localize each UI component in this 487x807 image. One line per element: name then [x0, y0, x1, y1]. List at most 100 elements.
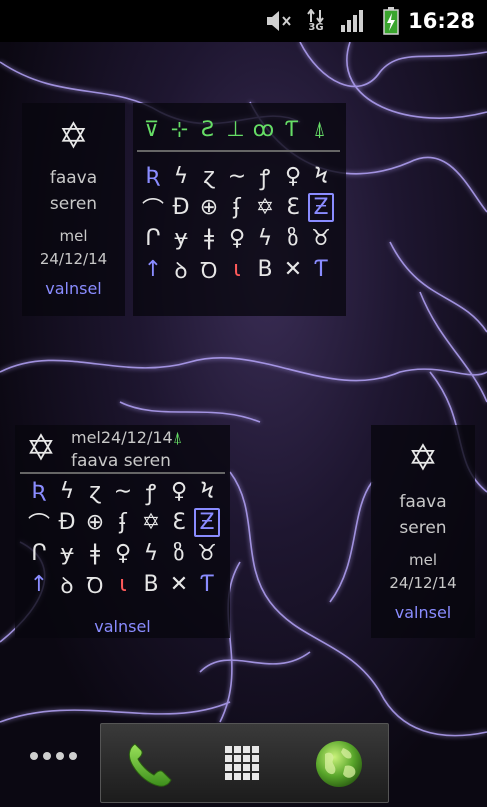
glyph-grid: Ʀ ϟ ɀ ∼ ꝭ ♀ Ϟ ⌒ Ð ⊕ ʄ ✡ Ɛ Ƶ Ր ɏ ǂ ♀ ϟ ზ …: [139, 161, 335, 285]
star-of-david-icon: ✡: [407, 438, 439, 479]
glyph-cell[interactable]: ♀: [109, 538, 137, 569]
browser-globe-icon[interactable]: [313, 738, 365, 790]
glyph-cell[interactable]: ɩ: [109, 569, 137, 600]
glyph-cell[interactable]: Ꝺ: [81, 569, 109, 600]
glyph-cell[interactable]: ✕: [279, 254, 307, 285]
glyph-cell[interactable]: ϟ: [137, 538, 165, 569]
glyph-cell[interactable]: ꝭ: [251, 161, 279, 192]
label-date: mel24/12/14: [71, 428, 173, 447]
glyph-cell[interactable]: Ɛ: [165, 507, 193, 538]
glyph-cell[interactable]: ↑: [139, 254, 167, 285]
app-drawer-icon[interactable]: [219, 740, 267, 788]
header-glyph: ⊥: [226, 117, 245, 141]
battery-charging-icon: [380, 0, 402, 42]
glyph-grid-widget-top[interactable]: ⊽ ⊹ Ƨ ⊥ ꝏ Ƭ ⍋ Ʀ ϟ ɀ ∼ ꝭ ♀ Ϟ ⌒ Ð ⊕ ʄ ✡ Ɛ …: [133, 103, 346, 316]
glyph-cell[interactable]: ꝭ: [137, 476, 165, 507]
glyph-cell[interactable]: ზ: [279, 223, 307, 254]
dot: [69, 752, 77, 760]
glyph-cell[interactable]: Ʀ: [139, 161, 167, 192]
glyph-cell[interactable]: ზ: [165, 538, 193, 569]
glyph-cell[interactable]: ϟ: [167, 161, 195, 192]
glyph-cell[interactable]: ʄ: [109, 507, 137, 538]
glyph-cell[interactable]: ⊕: [195, 192, 223, 223]
status-bar: 3G 16:28: [0, 0, 487, 42]
widget-link[interactable]: valnsel: [15, 615, 230, 639]
glyph-cell[interactable]: ⌒: [139, 192, 167, 223]
header-glyph: ⊹: [170, 117, 189, 141]
glyph-cell[interactable]: ♀: [165, 476, 193, 507]
glyph-cell[interactable]: ʄ: [223, 192, 251, 223]
glyph-cell[interactable]: B: [251, 254, 279, 285]
dock: [100, 723, 389, 803]
glyph-cell[interactable]: B: [137, 569, 165, 600]
network-type-label: 3G: [308, 22, 324, 33]
glyph-cell[interactable]: ǂ: [195, 223, 223, 254]
glyph-cell[interactable]: ⊕: [81, 507, 109, 538]
widget-word-2: seren: [399, 518, 447, 538]
widget-date: 24/12/14: [389, 574, 457, 592]
header-divider: [137, 150, 340, 152]
glyph-cell[interactable]: ♀: [279, 161, 307, 192]
glyph-cell[interactable]: ∼: [223, 161, 251, 192]
glyph-cell[interactable]: Ƭ: [193, 569, 221, 600]
glyph-cell[interactable]: Ʀ: [25, 476, 53, 507]
info-widget-small-right[interactable]: ✡ faava seren mel 24/12/14 valnsel: [371, 425, 475, 638]
combined-widget[interactable]: ✡ mel24/12/14⍋ faava seren Ʀ ϟ ɀ ∼ ꝭ ♀ Ϟ…: [15, 425, 230, 638]
glyph-cell-selected[interactable]: Ƶ: [307, 192, 335, 223]
glyph-header-row: ⊽ ⊹ Ƨ ⊥ ꝏ Ƭ ⍋: [139, 117, 332, 142]
glyph-cell[interactable]: ✡: [137, 507, 165, 538]
header-glyph: ꝏ: [252, 117, 275, 141]
header-glyph: ⊽: [143, 117, 160, 141]
dot: [43, 752, 51, 760]
header-glyph: ⍋: [313, 117, 326, 141]
glyph-cell[interactable]: ϟ: [251, 223, 279, 254]
widget-label: mel: [408, 551, 437, 569]
glyph-cell-selected[interactable]: Ƶ: [193, 507, 221, 538]
glyph-cell[interactable]: Ð: [53, 507, 81, 538]
glyph-cell[interactable]: Ꝺ: [195, 254, 223, 285]
glyph-cell[interactable]: ɀ: [81, 476, 109, 507]
glyph-cell[interactable]: ɏ: [53, 538, 81, 569]
glyph-cell[interactable]: ɏ: [167, 223, 195, 254]
glyph-cell[interactable]: ✕: [165, 569, 193, 600]
glyph-cell[interactable]: Ր: [25, 538, 53, 569]
widget-date: 24/12/14: [39, 250, 108, 268]
glyph-cell[interactable]: Ð: [167, 192, 195, 223]
glyph-cell[interactable]: ∼: [109, 476, 137, 507]
glyph-cell[interactable]: ✡: [251, 192, 279, 223]
glyph-cell[interactable]: ꝺ: [53, 569, 81, 600]
glyph-cell[interactable]: Ϟ: [307, 161, 335, 192]
mute-icon: [262, 0, 294, 42]
glyph-cell[interactable]: ɩ: [223, 254, 251, 285]
signal-icon: [338, 0, 368, 42]
header-glyph: Ƭ: [285, 117, 298, 141]
header-glyph: Ƨ: [200, 117, 215, 141]
glyph-cell[interactable]: ↑: [25, 569, 53, 600]
widget-link[interactable]: valnsel: [22, 277, 125, 301]
glyph-cell[interactable]: ♉: [307, 223, 335, 254]
data-3g-icon: 3G: [303, 0, 329, 42]
screen-indicator-dots[interactable]: [30, 752, 77, 760]
info-widget-small-top[interactable]: ✡ faava seren mel 24/12/14 valnsel: [22, 103, 125, 316]
widget-word-2: seren: [49, 194, 98, 214]
phone-icon[interactable]: [123, 738, 175, 790]
glyph-cell[interactable]: ♉: [193, 538, 221, 569]
glyph-cell[interactable]: Ր: [139, 223, 167, 254]
star-of-david-icon: ✡: [25, 428, 57, 469]
glyph-cell[interactable]: ɀ: [195, 161, 223, 192]
widget-label: mel: [59, 227, 88, 245]
status-clock: 16:28: [408, 9, 475, 33]
glyph-cell[interactable]: ⌒: [25, 507, 53, 538]
glyph-cell[interactable]: ♀: [223, 223, 251, 254]
glyph-cell[interactable]: Ɛ: [279, 192, 307, 223]
header-divider: [20, 472, 225, 474]
glyph-cell[interactable]: Ϟ: [193, 476, 221, 507]
glyph-cell[interactable]: ꝺ: [167, 254, 195, 285]
glyph-cell[interactable]: Ƭ: [307, 254, 335, 285]
star-of-david-icon: ✡: [58, 116, 89, 157]
glyph-cell[interactable]: ϟ: [53, 476, 81, 507]
widget-word-1: faava: [49, 168, 98, 188]
widget-link[interactable]: valnsel: [371, 601, 475, 625]
glyph-cell[interactable]: ǂ: [81, 538, 109, 569]
green-marker-glyph: ⍋: [172, 428, 183, 447]
